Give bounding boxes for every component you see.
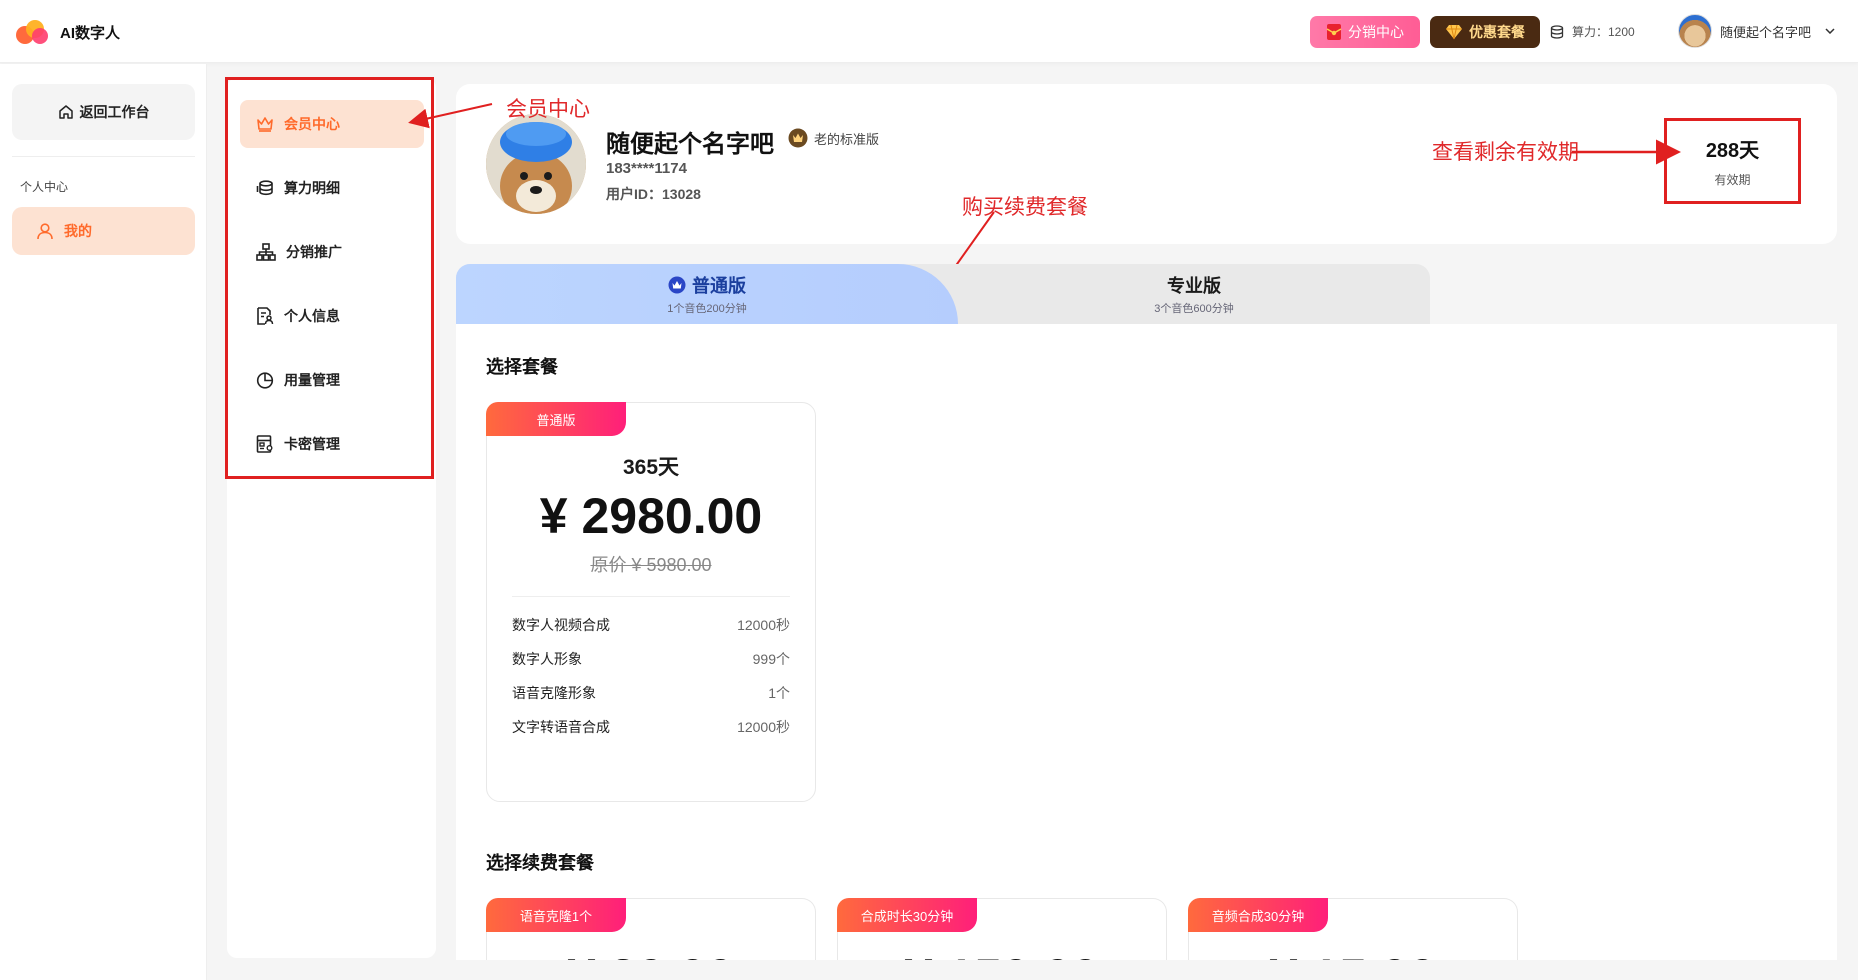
plan-duration: 365天 [622, 456, 680, 479]
tab-title: 普通版 [692, 276, 746, 296]
tab-normal-text[interactable]: 普通版 1个音色200分钟 [456, 272, 958, 316]
section-title-plans: 选择套餐 [486, 357, 558, 377]
plan-feature-row: 文字转语音合成 12000秒 [512, 717, 790, 737]
renew-price: ¥ 150.00 [837, 952, 1167, 960]
plan-feature-row: 语音克隆形象 1个 [512, 683, 790, 703]
plan-feature-row: 数字人视频合成 12000秒 [512, 615, 790, 635]
renew-tag: 合成时长30分钟 [837, 898, 977, 932]
divider [512, 596, 790, 597]
feature-name: 数字人视频合成 [512, 617, 610, 633]
plan-feature-row: 数字人形象 999个 [512, 649, 790, 669]
feature-value: 999个 [752, 651, 790, 667]
plan-original-price: 原价 ¥ 5980.00 [590, 555, 712, 575]
renew-price-wrap: ¥ 15.00 [1188, 940, 1518, 960]
tab-title: 专业版 [1167, 276, 1221, 296]
renew-price: ¥ 15.00 [1188, 952, 1518, 960]
renew-tag: 音频合成30分钟 [1188, 898, 1328, 932]
tab-subtitle: 3个音色600分钟 [1154, 303, 1234, 315]
plan-price: ¥ 2980.00 [539, 488, 763, 544]
plan-tag: 普通版 [486, 402, 626, 436]
feature-value: 12000秒 [737, 617, 790, 633]
vip-icon [668, 276, 686, 294]
feature-name: 语音克隆形象 [512, 685, 596, 701]
feature-value: 12000秒 [737, 719, 790, 735]
feature-name: 文字转语音合成 [512, 719, 610, 735]
feature-name: 数字人形象 [512, 651, 582, 667]
section-title-renew: 选择续费套餐 [486, 853, 594, 873]
tab-pro-text[interactable]: 专业版 3个音色600分钟 [958, 272, 1430, 316]
renew-price-wrap: ¥ 150.00 [837, 940, 1167, 960]
renew-price: ¥ 30.00 [486, 952, 816, 960]
renew-price-wrap: ¥ 30.00 [486, 940, 816, 960]
tab-subtitle: 1个音色200分钟 [667, 303, 747, 315]
feature-value: 1个 [768, 685, 790, 701]
renew-tag: 语音克隆1个 [486, 898, 626, 932]
